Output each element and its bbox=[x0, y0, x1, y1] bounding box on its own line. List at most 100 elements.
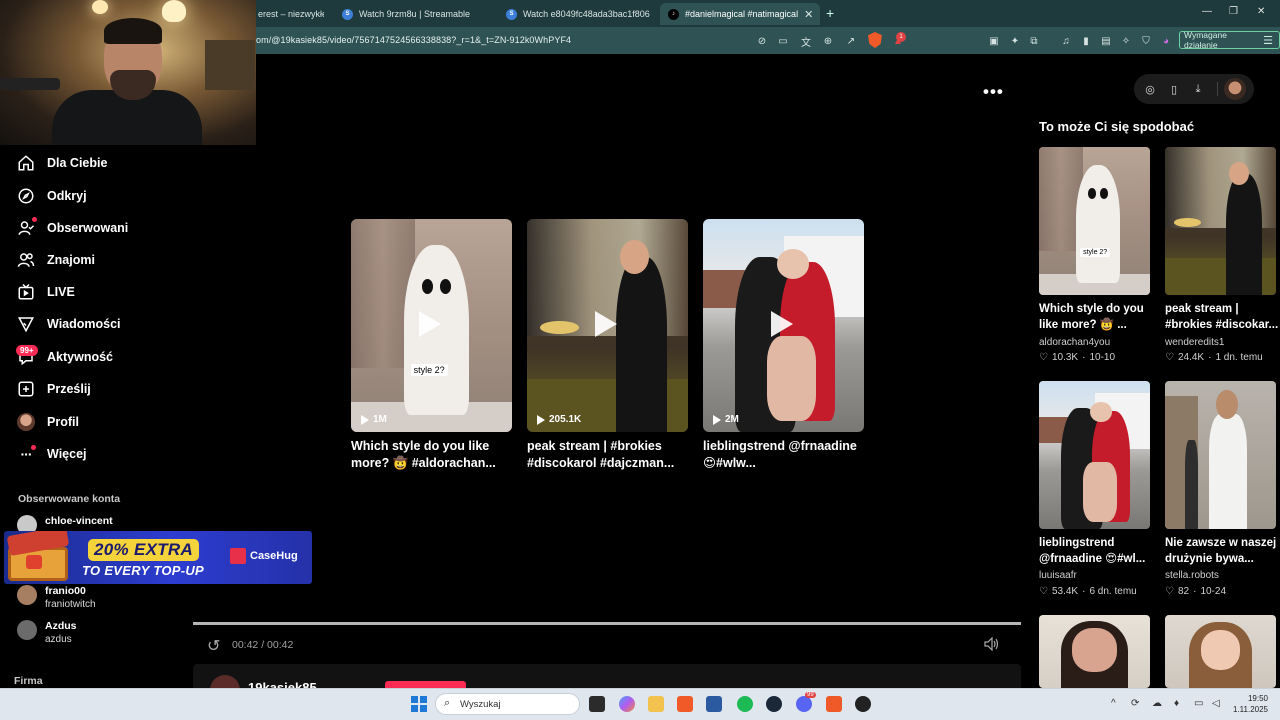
compass-icon[interactable]: ◎ bbox=[1142, 81, 1158, 97]
recommended-title[interactable]: lieblingstrend @frnaadine 😍#wl... bbox=[1039, 535, 1157, 567]
obs-icon[interactable] bbox=[855, 696, 871, 712]
task-view-icon[interactable] bbox=[589, 696, 605, 712]
url-text[interactable]: om/@19kasiek85/video/7567147524566338838… bbox=[256, 35, 571, 45]
wallet-icon[interactable]: ▤ bbox=[1099, 34, 1113, 48]
recommended-title[interactable]: peak stream | #brokies #discokar... bbox=[1165, 301, 1280, 333]
speaker-icon[interactable]: ◁ bbox=[1212, 698, 1220, 709]
heart-icon: ♡ bbox=[1039, 352, 1048, 363]
ad-brand: CaseHug bbox=[250, 550, 298, 562]
sidebar-item-friends[interactable]: Znajomi bbox=[17, 249, 95, 271]
recommended-author[interactable]: stella.robots bbox=[1165, 570, 1219, 581]
sidebar-item-label: Znajomi bbox=[47, 253, 95, 267]
menu-icon[interactable]: ☰ bbox=[1263, 34, 1273, 47]
home-icon bbox=[17, 154, 35, 172]
recommended-video[interactable] bbox=[1165, 381, 1276, 529]
download-icon[interactable]: ⤓ bbox=[1190, 81, 1206, 97]
phone-icon[interactable]: ▯ bbox=[1166, 81, 1182, 97]
cast-icon[interactable]: ▭ bbox=[776, 34, 790, 48]
music-icon[interactable]: ♫ bbox=[1059, 34, 1073, 48]
recommended-title[interactable]: Which style do you like more? 🤠 ... bbox=[1039, 301, 1157, 333]
thumb-label: style 2? bbox=[1080, 247, 1111, 257]
windows-start-icon[interactable] bbox=[411, 696, 427, 712]
spotify-icon[interactable] bbox=[737, 696, 753, 712]
sidebar-icon[interactable]: ▮ bbox=[1079, 34, 1093, 48]
taskbar-clock[interactable]: 19:50 1.11.2025 bbox=[1233, 693, 1268, 715]
sidebar-item-label: Obserwowani bbox=[47, 221, 129, 235]
video-card[interactable]: style 2? 1M bbox=[351, 219, 512, 432]
sidebar-item-label: Wiadomości bbox=[47, 317, 121, 331]
browser-tab-active[interactable]: ♪ #danielmagical #natimagical ✕ bbox=[660, 3, 820, 25]
replay-icon[interactable]: ↺ bbox=[207, 636, 220, 656]
mic-icon[interactable]: ♦ bbox=[1174, 698, 1179, 709]
recommended-author[interactable]: luuisaafr bbox=[1039, 570, 1077, 581]
video-title[interactable]: peak stream | #brokies #discokarol #dajc… bbox=[527, 438, 689, 472]
browser-tab[interactable]: S Watch 9rzm8u | Streamable bbox=[334, 3, 486, 25]
sidebar-item-live[interactable]: LIVE bbox=[17, 281, 75, 303]
extension-icon[interactable]: ▣ bbox=[987, 34, 1001, 48]
profile-icon[interactable]: ◕ bbox=[1159, 34, 1173, 48]
followed-account[interactable]: franio00 franiotwitch bbox=[17, 585, 96, 611]
file-explorer-icon[interactable] bbox=[648, 696, 664, 712]
new-tab-button[interactable]: + bbox=[826, 5, 834, 21]
sidebar-item-for-you[interactable]: Dla Ciebie bbox=[17, 152, 107, 174]
tray-chevron-icon[interactable]: ^ bbox=[1111, 698, 1116, 709]
followed-account[interactable]: Azdus azdus bbox=[17, 620, 77, 646]
recommended-video[interactable] bbox=[1039, 615, 1150, 688]
browser-tab[interactable]: S Watch e8049fc48ada3bac1f8063d51 bbox=[498, 3, 650, 25]
sidebar-item-upload[interactable]: Prześlij bbox=[17, 378, 91, 400]
steam-icon[interactable] bbox=[766, 696, 782, 712]
store-icon[interactable] bbox=[706, 696, 722, 712]
cloud-icon[interactable]: ☁ bbox=[1152, 698, 1162, 709]
sidebar-item-more[interactable]: ··· Więcej bbox=[17, 443, 87, 465]
zoom-icon[interactable]: ⊕ bbox=[821, 34, 835, 48]
play-icon bbox=[419, 311, 441, 337]
recommended-video[interactable] bbox=[1039, 381, 1150, 529]
window-close-icon[interactable]: ✕ bbox=[1257, 6, 1265, 17]
required-action-button[interactable]: Wymagane działanie ☰ bbox=[1179, 30, 1280, 50]
progress-bar[interactable] bbox=[193, 622, 1021, 625]
sidebar-item-following[interactable]: Obserwowani bbox=[17, 217, 128, 239]
copilot-icon[interactable] bbox=[619, 696, 635, 712]
puzzle-icon[interactable]: ✦ bbox=[1008, 34, 1022, 48]
vpn-icon[interactable]: ⛉ bbox=[1139, 34, 1153, 48]
view-count: 2M bbox=[713, 414, 739, 425]
sidebar-item-explore[interactable]: Odkryj bbox=[17, 185, 87, 207]
recommended-video[interactable] bbox=[1165, 147, 1276, 295]
leo-icon[interactable]: ✧ bbox=[1119, 34, 1133, 48]
recommended-author[interactable]: aldorachan4you bbox=[1039, 337, 1110, 348]
user-avatar[interactable] bbox=[1224, 78, 1246, 100]
share-icon[interactable]: ↗ bbox=[844, 34, 858, 48]
friends-icon bbox=[17, 251, 35, 269]
video-title[interactable]: Which style do you like more? 🤠 #aldorac… bbox=[351, 438, 513, 472]
translate-icon[interactable]: 文 bbox=[799, 34, 813, 49]
sidebar-item-profile[interactable]: Profil bbox=[17, 411, 79, 433]
network-icon[interactable]: ▭ bbox=[1194, 698, 1203, 709]
restore-icon[interactable]: ❐ bbox=[1229, 6, 1238, 17]
view-count: 1M bbox=[361, 414, 387, 425]
no-image-icon[interactable]: ⊘ bbox=[755, 34, 769, 48]
video-card[interactable]: 205.1K bbox=[527, 219, 688, 432]
sync-icon[interactable]: ⟳ bbox=[1131, 698, 1139, 709]
recommended-title[interactable]: Nie zawsze w naszej drużynie bywa... bbox=[1165, 535, 1280, 567]
video-card[interactable]: 2M bbox=[703, 219, 864, 432]
recommended-author[interactable]: wenderedits1 bbox=[1165, 337, 1224, 348]
brave-browser-active-icon[interactable] bbox=[826, 696, 842, 712]
play-icon bbox=[771, 311, 793, 337]
play-small-icon bbox=[537, 414, 545, 425]
screenshot-icon[interactable]: ⧉ bbox=[1027, 34, 1041, 48]
volume-icon[interactable] bbox=[984, 637, 1000, 651]
taskbar-search[interactable]: ⌕ Wyszukaj bbox=[435, 693, 580, 715]
more-options-icon[interactable]: ••• bbox=[983, 82, 1004, 102]
video-title[interactable]: lieblingstrend @frnaadine 😍#wlw... bbox=[703, 438, 865, 472]
brave-browser-icon[interactable] bbox=[677, 696, 693, 712]
recommended-video[interactable] bbox=[1165, 615, 1276, 688]
close-tab-icon[interactable]: ✕ bbox=[804, 8, 813, 21]
recommended-video[interactable]: style 2? bbox=[1039, 147, 1150, 295]
account-handle: azdus bbox=[45, 634, 72, 645]
recommendations-title: To może Ci się spodobać bbox=[1039, 119, 1195, 134]
browser-tab[interactable]: erest – niezwykłe bbox=[250, 3, 324, 25]
sidebar-item-messages[interactable]: Wiadomości bbox=[17, 313, 121, 335]
ad-banner[interactable]: 20% EXTRA TO EVERY TOP-UP CaseHug bbox=[4, 531, 312, 584]
discord-icon[interactable] bbox=[796, 696, 812, 712]
minimize-icon[interactable]: — bbox=[1202, 6, 1212, 17]
